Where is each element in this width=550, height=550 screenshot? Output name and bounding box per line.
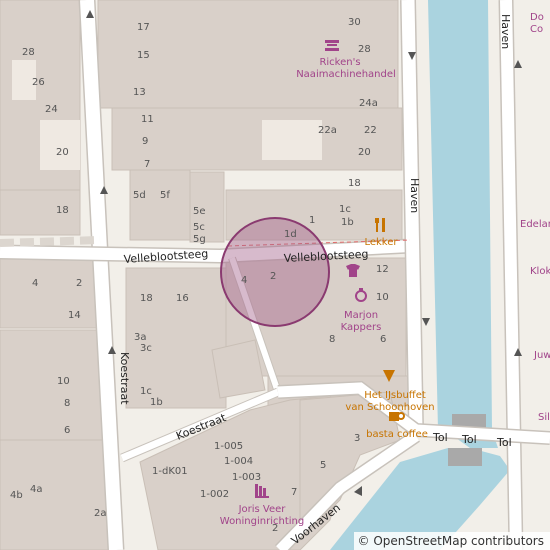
house-number: 3c bbox=[140, 343, 152, 354]
house-number: 30 bbox=[348, 17, 361, 28]
house-number: 1b bbox=[341, 217, 354, 228]
house-number: 1b bbox=[150, 397, 163, 408]
map-attribution[interactable]: © OpenStreetMap contributors bbox=[353, 532, 550, 550]
street-label-tol-3: Tol bbox=[496, 436, 512, 449]
house-number: 4 bbox=[32, 278, 38, 289]
poi-label-ijsbuffet-1: Het IJsbuffet bbox=[364, 390, 426, 401]
street-label-tol-1: Tol bbox=[432, 431, 448, 444]
house-number: 10 bbox=[57, 376, 70, 387]
poi-label-edge-sil: Sil bbox=[538, 412, 550, 423]
poi-label-edge-edelan: Edelan bbox=[520, 219, 550, 230]
house-number: 10 bbox=[376, 292, 389, 303]
house-number: 8 bbox=[329, 334, 335, 345]
poi-label-edge-do: Do bbox=[530, 12, 544, 23]
street-label-haven-west: Haven bbox=[408, 178, 421, 213]
house-number: 4b bbox=[10, 490, 23, 501]
street-label-koestraat: Koestraat bbox=[118, 352, 131, 405]
house-number: 2 bbox=[272, 523, 278, 534]
house-number: 1 bbox=[309, 215, 315, 226]
house-number: 5d bbox=[133, 190, 146, 201]
house-number: 1c bbox=[140, 386, 152, 397]
house-number: 1-005 bbox=[214, 441, 243, 452]
house-number: 28 bbox=[22, 47, 35, 58]
house-number: 14 bbox=[68, 310, 81, 321]
house-number: 17 bbox=[137, 22, 150, 33]
sewing-machine-icon bbox=[325, 40, 339, 51]
buildings bbox=[0, 0, 409, 550]
house-number: 7 bbox=[144, 159, 150, 170]
house-number: 2a bbox=[94, 508, 107, 519]
house-number: 1d bbox=[284, 229, 297, 240]
poi-label-marjon-1: Marjon bbox=[344, 310, 378, 321]
house-number: 3a bbox=[134, 332, 147, 343]
house-number: 5f bbox=[160, 190, 170, 201]
poi-label-rickens-2: Naaimachinehandel bbox=[296, 69, 396, 80]
house-number: 13 bbox=[133, 87, 146, 98]
house-number: 18 bbox=[140, 293, 153, 304]
house-number: 20 bbox=[56, 147, 69, 158]
house-number: 18 bbox=[348, 178, 361, 189]
poi-label-joris-1: Joris Veer bbox=[238, 504, 287, 515]
poi-label-ijsbuffet-2: van Schoonhoven bbox=[345, 402, 434, 413]
poi-label-basta: basta coffee bbox=[366, 429, 428, 440]
house-number: 5c bbox=[193, 222, 205, 233]
house-number: 5g bbox=[193, 234, 206, 245]
house-number: 20 bbox=[358, 147, 371, 158]
house-number: 22a bbox=[318, 125, 337, 136]
poi-label-lekker: Lekker bbox=[364, 237, 398, 248]
house-number: 4 bbox=[241, 275, 247, 286]
house-number: 18 bbox=[56, 205, 69, 216]
house-number: 9 bbox=[142, 136, 148, 147]
house-number: 1-003 bbox=[232, 472, 261, 483]
poi-label-edge-klok: Klok bbox=[530, 266, 550, 277]
poi-label-edge-juw: Juw bbox=[533, 350, 550, 361]
street-label-tol-2: Tol bbox=[461, 433, 477, 446]
poi-label-rickens-1: Ricken's bbox=[319, 57, 360, 68]
map-canvas[interactable]: Velleblootsteeg Velleblootsteeg Koestraa… bbox=[0, 0, 550, 550]
house-number: 24 bbox=[45, 104, 58, 115]
poi-label-edge-co: Co bbox=[530, 24, 543, 35]
house-number: 12 bbox=[376, 264, 389, 275]
house-number: 1c bbox=[339, 204, 351, 215]
lock-gate-south bbox=[448, 448, 482, 466]
canal-water bbox=[428, 0, 498, 448]
house-number: 26 bbox=[32, 77, 45, 88]
house-number: 4a bbox=[30, 484, 43, 495]
house-number: 5e bbox=[193, 206, 206, 217]
house-number: 7 bbox=[291, 487, 297, 498]
house-number: 22 bbox=[364, 125, 377, 136]
house-number: 6 bbox=[380, 334, 386, 345]
house-number: 3 bbox=[354, 433, 360, 444]
house-number: 2 bbox=[76, 278, 82, 289]
house-number: 1-004 bbox=[224, 456, 253, 467]
house-number: 5 bbox=[320, 460, 326, 471]
house-number: 1-002 bbox=[200, 489, 229, 500]
poi-label-joris-2: Woninginrichting bbox=[220, 516, 304, 527]
house-number: 11 bbox=[141, 114, 154, 125]
house-number: 15 bbox=[137, 50, 150, 61]
house-number: 8 bbox=[64, 398, 70, 409]
house-number: 16 bbox=[176, 293, 189, 304]
house-number: 6 bbox=[64, 425, 70, 436]
house-number: 28 bbox=[358, 44, 371, 55]
map-view[interactable]: Velleblootsteeg Velleblootsteeg Koestraa… bbox=[0, 0, 550, 550]
house-number: 24a bbox=[359, 98, 378, 109]
house-number: 1-dK01 bbox=[152, 466, 188, 477]
poi-label-marjon-2: Kappers bbox=[341, 322, 382, 333]
house-number: 2 bbox=[270, 271, 276, 282]
street-label-haven-east: Haven bbox=[499, 14, 512, 49]
